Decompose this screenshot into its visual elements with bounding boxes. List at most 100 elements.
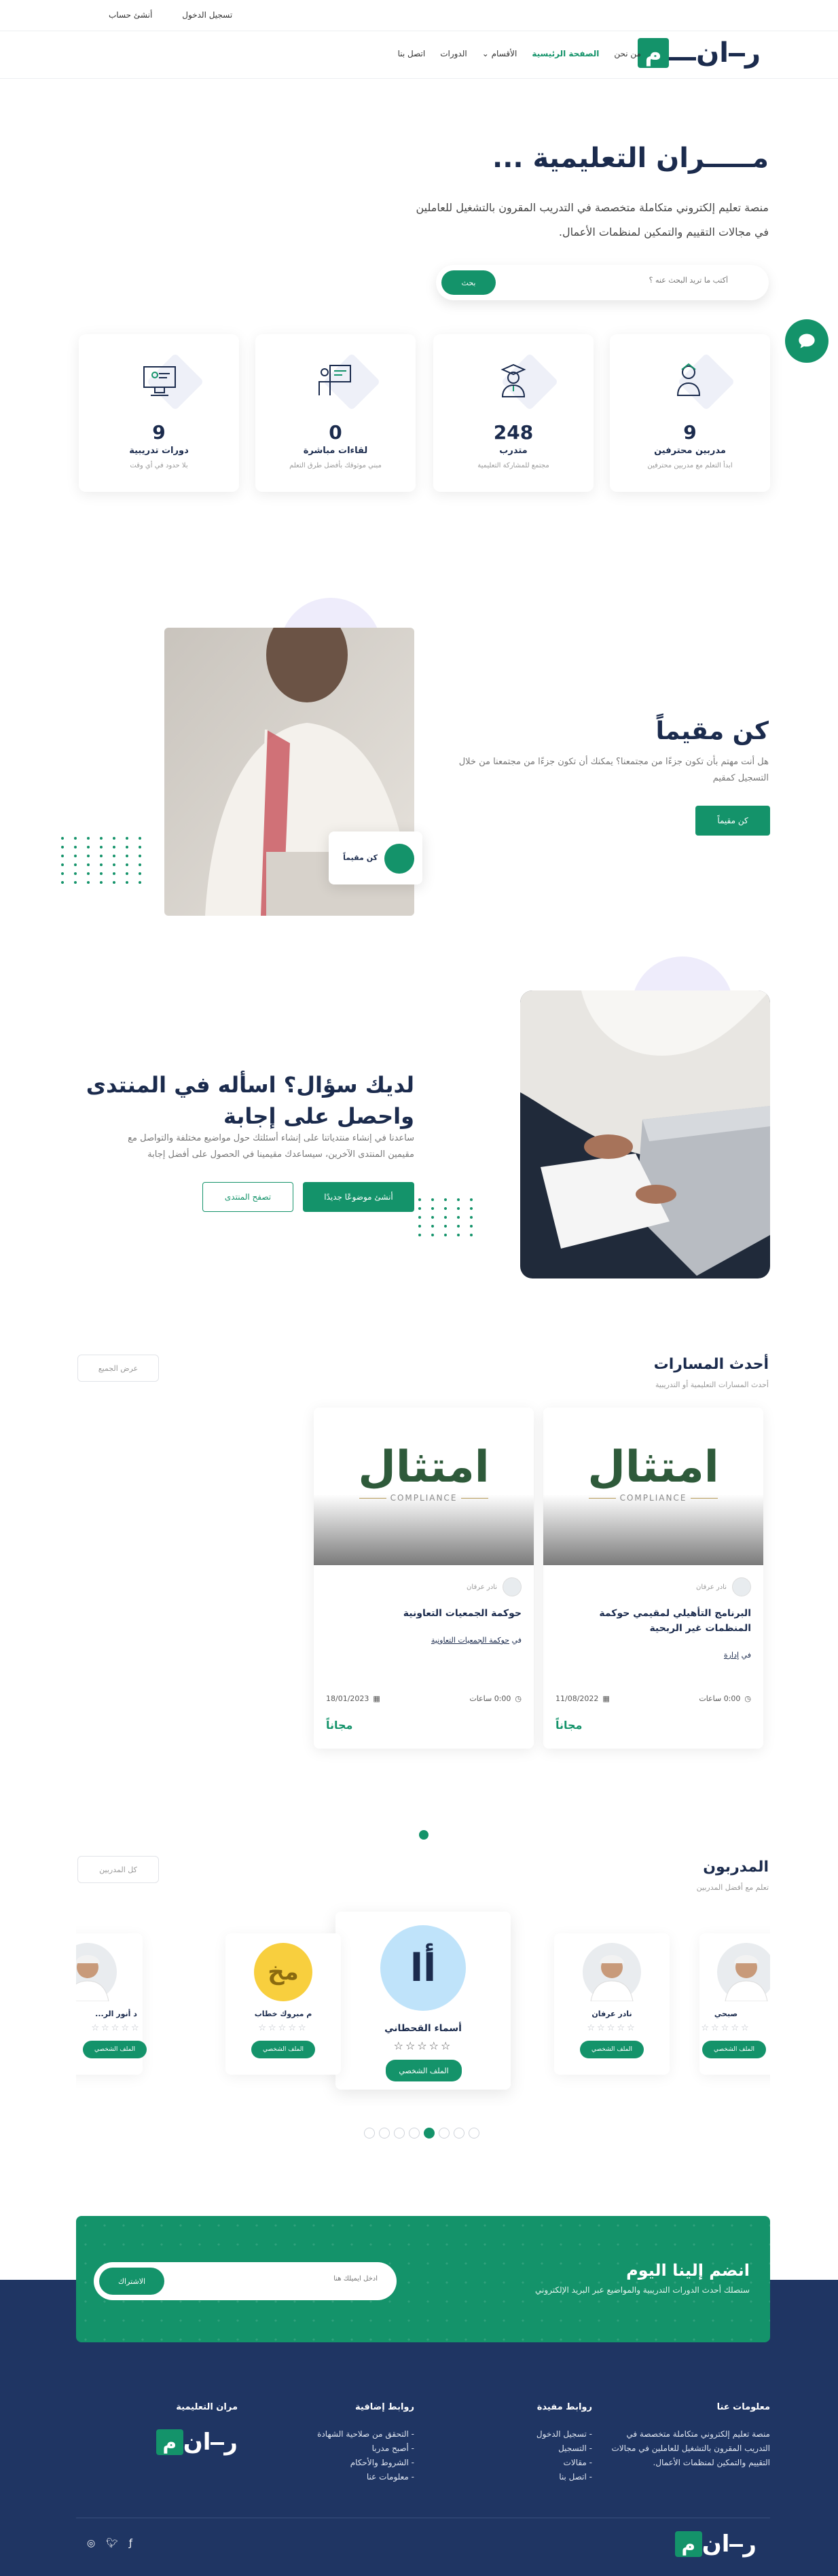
- course-brand: امتثال: [587, 1442, 719, 1492]
- category-link[interactable]: حوكمة الجمعيات التعاونية: [431, 1636, 509, 1645]
- profile-button[interactable]: الملف الشخصي: [702, 2041, 766, 2058]
- footer-extra-links: روابط إضافية - التحقق من صلاحية الشهادة …: [292, 2402, 414, 2484]
- nav-categories-label: الأقسام: [491, 49, 517, 58]
- instructor-card[interactable]: أا أسماء القحطاني ☆☆☆☆☆ الملف الشخصي: [335, 1912, 511, 2090]
- trainer-icon: [667, 357, 714, 405]
- stat-label: مدربين محترفين: [654, 446, 726, 456]
- course-title[interactable]: البرنامج التأهيلي لمقيمي حوكمة المنظمات …: [554, 1606, 751, 1636]
- page-dot[interactable]: [469, 2128, 479, 2139]
- newsletter-form: الاشتراك: [94, 2262, 397, 2300]
- browse-forum-button[interactable]: تصفح المنتدى: [202, 1182, 293, 1212]
- subscribe-button[interactable]: الاشتراك: [99, 2268, 164, 2295]
- footer-about-title: معلومات عنا: [716, 2402, 770, 2412]
- footer-link[interactable]: - الشروط والأحكام: [292, 2456, 414, 2470]
- chat-icon: [799, 334, 815, 348]
- decor-dots: [57, 837, 141, 884]
- page-dot[interactable]: [364, 2128, 375, 2139]
- footer-link[interactable]: - أصبح مدربا: [292, 2441, 414, 2456]
- create-account-link[interactable]: أنشئ حساب: [109, 10, 152, 20]
- newsletter-title: انضم إلينا اليوم: [626, 2261, 750, 2280]
- course-title[interactable]: حوكمة الجمعيات التعاونية: [325, 1606, 522, 1621]
- page-dot-active[interactable]: [424, 2128, 435, 2139]
- course-brand-sub: COMPLIANCE: [359, 1493, 489, 1503]
- footer-bottom-logo[interactable]: م ران: [674, 2530, 757, 2558]
- footer-about: معلومات عنا منصة تعليم إلكتروني متكاملة …: [610, 2402, 770, 2470]
- clock-icon: ◷: [744, 1694, 751, 1703]
- footer-link[interactable]: - التحقق من صلاحية الشهادة: [292, 2427, 414, 2441]
- footer-link[interactable]: - اتصل بنا: [511, 2470, 592, 2484]
- footer-link[interactable]: - معلومات عنا: [292, 2470, 414, 2484]
- instructor-card[interactable]: د أنور الر... ☆☆☆☆☆ الملف الشخصي: [76, 1933, 147, 2075]
- stat-card-trainers: 9 مدربين محترفين ابدأ التعلم مع مدربين م…: [610, 334, 770, 492]
- new-topic-button[interactable]: أنشئ موضوعًا جديدًا: [303, 1182, 414, 1212]
- monitor-icon: [136, 357, 183, 405]
- nav-categories[interactable]: الأقسام ⌄: [482, 49, 517, 58]
- course-author[interactable]: نادر عرفان: [467, 1577, 522, 1596]
- nav-home[interactable]: الصفحة الرئيسية: [532, 49, 599, 58]
- login-link[interactable]: تسجيل الدخول: [182, 10, 232, 20]
- become-resident-button[interactable]: كن مقيماً: [695, 806, 770, 836]
- footer-link[interactable]: - مقالات: [511, 2456, 592, 2470]
- page-dot[interactable]: [379, 2128, 390, 2139]
- site-logo[interactable]: م ران: [638, 38, 761, 68]
- course-banner: امتثال COMPLIANCE: [543, 1408, 763, 1565]
- resident-badge[interactable]: كن مقيماً: [329, 831, 422, 884]
- footer-link[interactable]: - تسجيل الدخول: [511, 2427, 592, 2441]
- resident-description: هل أنت مهتم بأن تكون جزءًا من مجتمعنا؟ ي…: [458, 757, 769, 783]
- instructor-card[interactable]: مخ م مبروك خطاب ☆☆☆☆☆ الملف الشخصي: [225, 1933, 341, 2075]
- stat-number: 9: [683, 421, 697, 444]
- nav-courses[interactable]: الدورات: [440, 49, 467, 58]
- main-nav: من نحن الصفحة الرئيسية الأقسام ⌄ الدورات…: [398, 49, 641, 58]
- page-dot[interactable]: [439, 2128, 450, 2139]
- course-category: في إدارة: [724, 1651, 751, 1660]
- nav-contact[interactable]: اتصل بنا: [398, 49, 426, 58]
- courses-subtitle: أحدث المسارات التعليمية أو التدريبية: [655, 1380, 769, 1389]
- profile-button[interactable]: الملف الشخصي: [580, 2041, 644, 2058]
- logo-text: ران: [702, 2530, 757, 2558]
- page-dot[interactable]: [409, 2128, 420, 2139]
- course-category: في حوكمة الجمعيات التعاونية: [431, 1636, 522, 1645]
- course-hours: 0:00 ساعات: [469, 1694, 511, 1703]
- whatsapp-icon[interactable]: ◎: [87, 2538, 95, 2549]
- rating-stars: ☆☆☆☆☆: [91, 2023, 141, 2033]
- instructor-card[interactable]: صبحي ☆☆☆☆☆ الملف الشخصي: [699, 1933, 770, 2075]
- course-card[interactable]: امتثال COMPLIANCE نادر عرفان حوكمة الجمع…: [314, 1408, 534, 1749]
- view-all-courses-button[interactable]: عرض الجميع: [77, 1355, 159, 1382]
- page-dot[interactable]: [394, 2128, 405, 2139]
- twitter-icon[interactable]: 🐦︎: [106, 2538, 118, 2549]
- rating-stars: ☆☆☆☆☆: [701, 2023, 751, 2033]
- footer-link[interactable]: - التسجيل: [511, 2441, 592, 2456]
- profile-button[interactable]: الملف الشخصي: [386, 2060, 462, 2081]
- presentation-icon: [312, 357, 360, 405]
- search-button[interactable]: بحث: [441, 270, 496, 295]
- stat-number: 9: [152, 421, 166, 444]
- instructor-name: د أنور الر...: [95, 2009, 137, 2018]
- logo-text: ران: [183, 2429, 238, 2456]
- course-brand: امتثال: [358, 1442, 490, 1492]
- facebook-icon[interactable]: ƒ: [129, 2538, 132, 2549]
- instructors-track: صبحي ☆☆☆☆☆ الملف الشخصي نادر عرفان ☆☆☆☆☆…: [76, 1902, 770, 2106]
- category-link[interactable]: إدارة: [724, 1651, 739, 1660]
- category-prefix: في: [741, 1651, 751, 1660]
- stat-subtext: مبني موثوقك بأفضل طرق التعلم: [289, 462, 382, 469]
- profile-button[interactable]: الملف الشخصي: [83, 2041, 147, 2058]
- course-meta: ◷ 0:00 ساعات ▦ 18/01/2023: [314, 1694, 534, 1708]
- view-all-instructors-button[interactable]: كل المدربين: [77, 1856, 159, 1883]
- course-hours: 0:00 ساعات: [699, 1694, 741, 1703]
- chat-button[interactable]: [785, 319, 828, 363]
- profile-button[interactable]: الملف الشخصي: [251, 2041, 315, 2058]
- instructor-card[interactable]: نادر عرفان ☆☆☆☆☆ الملف الشخصي: [554, 1933, 670, 2075]
- course-author[interactable]: نادر عرفان: [696, 1577, 751, 1596]
- course-card[interactable]: امتثال COMPLIANCE نادر عرفان البرنامج ال…: [543, 1408, 763, 1749]
- calendar-icon: ▦: [602, 1694, 610, 1703]
- nav-about[interactable]: من نحن: [614, 49, 641, 58]
- page-dot[interactable]: [454, 2128, 464, 2139]
- carousel-dot[interactable]: [419, 1830, 429, 1840]
- logo-text: ران: [696, 37, 761, 69]
- badge-label: كن مقيماً: [343, 853, 378, 862]
- email-field[interactable]: [174, 2275, 378, 2283]
- hero-description: منصة تعليم إلكتروني متكاملة متخصصة في ال…: [416, 201, 769, 238]
- instructors-subtitle: تعلم مع أفضل المدربين: [696, 1883, 769, 1892]
- search-input[interactable]: [538, 276, 728, 285]
- footer-logo[interactable]: م ران: [156, 2429, 238, 2455]
